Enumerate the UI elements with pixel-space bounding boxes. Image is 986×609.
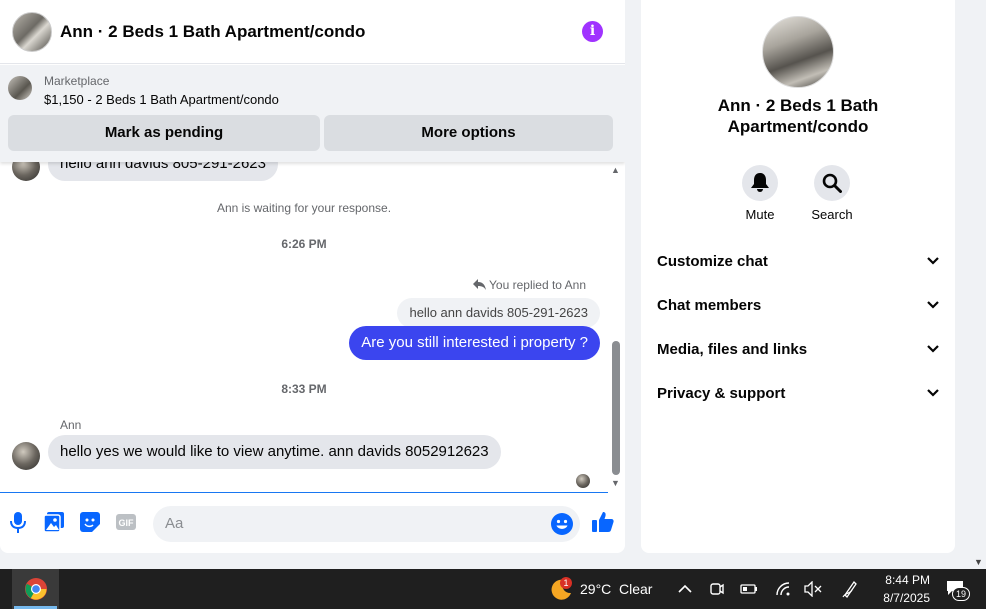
chrome-taskbar-button[interactable] <box>12 569 59 609</box>
page-scrollbar[interactable]: ▼ <box>971 0 986 569</box>
message-outgoing[interactable]: Are you still interested i property ? <box>349 326 600 360</box>
notifications-button[interactable]: 19 <box>942 569 978 609</box>
waiting-notice: Ann is waiting for your response. <box>216 201 392 215</box>
chrome-icon <box>25 578 47 600</box>
message-scrollbar[interactable]: ▲ ▼ <box>609 165 623 490</box>
replied-label: You replied to Ann <box>473 278 586 292</box>
profile-title: Ann · 2 Beds 1 Bath Apartment/condo <box>717 96 879 136</box>
sender-name: Ann <box>60 418 82 432</box>
chevron-down-icon <box>927 301 939 309</box>
mark-pending-button[interactable]: Mark as pending <box>8 115 320 151</box>
clock-date: 8/7/2025 <box>883 591 930 605</box>
chevron-down-icon <box>927 257 939 265</box>
volume-muted-icon[interactable] <box>804 581 822 597</box>
weather-badge: 1 <box>560 577 572 589</box>
sender-avatar[interactable] <box>12 442 40 470</box>
listing-thumbnail[interactable] <box>8 76 32 100</box>
taskbar: 1 29°C Clear 8:44 PM 8/7/2025 19 <box>0 569 986 609</box>
chat-members-row[interactable]: Chat members <box>657 297 939 321</box>
chat-title[interactable]: Ann · 2 Beds 1 Bath Apartment/condo <box>60 22 365 42</box>
row-label: Customize chat <box>657 253 768 270</box>
read-receipt-avatar <box>576 474 590 488</box>
chat-avatar[interactable] <box>12 11 52 52</box>
listing-title[interactable]: $1,150 - 2 Beds 1 Bath Apartment/condo <box>44 92 279 107</box>
timestamp: 6:26 PM <box>281 237 327 251</box>
row-label: Media, files and links <box>657 341 808 358</box>
message-input[interactable] <box>165 515 545 532</box>
mute-label: Mute <box>745 207 775 222</box>
search-button[interactable]: Search <box>802 165 862 222</box>
chevron-up-icon[interactable] <box>678 584 692 593</box>
message-list: hello ann davids 805-291-2623 Ann is wai… <box>0 162 608 492</box>
camera-icon[interactable] <box>710 581 724 597</box>
scroll-up-icon[interactable]: ▲ <box>611 165 620 175</box>
photo-icon[interactable] <box>44 512 64 532</box>
chat-header: Ann · 2 Beds 1 Bath Apartment/condo i <box>0 0 625 64</box>
wifi-icon[interactable] <box>775 581 791 597</box>
gif-icon[interactable]: GIF <box>116 514 136 530</box>
conversation-details-panel: Ann · 2 Beds 1 Bath Apartment/condo Mute… <box>641 0 955 553</box>
sender-avatar[interactable] <box>12 162 40 181</box>
more-options-button[interactable]: More options <box>324 115 613 151</box>
emoji-icon[interactable] <box>551 513 573 535</box>
sticker-icon[interactable] <box>80 512 100 532</box>
page-scroll-down-icon[interactable]: ▼ <box>974 557 983 567</box>
temperature: 29°C <box>580 581 612 597</box>
row-label: Chat members <box>657 297 762 314</box>
weather-condition: Clear <box>619 581 653 597</box>
replied-label-text: You replied to Ann <box>489 278 586 292</box>
search-icon <box>822 173 842 193</box>
marketplace-label: Marketplace <box>44 74 110 88</box>
battery-icon[interactable] <box>740 583 758 595</box>
chat-panel: Ann · 2 Beds 1 Bath Apartment/condo i Ma… <box>0 0 625 553</box>
customize-chat-row[interactable]: Customize chat <box>657 253 939 277</box>
chevron-down-icon <box>927 345 939 353</box>
marketplace-banner: Marketplace $1,150 - 2 Beds 1 Bath Apart… <box>0 65 625 162</box>
microphone-icon[interactable] <box>10 512 26 534</box>
composer: GIF <box>0 494 625 553</box>
message-incoming[interactable]: hello yes we would like to view anytime.… <box>48 435 501 469</box>
bell-icon <box>751 173 769 192</box>
message-incoming[interactable]: hello ann davids 805-291-2623 <box>48 162 278 181</box>
pen-icon[interactable] <box>842 580 858 598</box>
row-label: Privacy & support <box>657 385 786 402</box>
message-input-box[interactable] <box>153 506 580 542</box>
thumbs-up-icon[interactable] <box>592 511 614 533</box>
mute-button[interactable]: Mute <box>730 165 790 222</box>
composer-divider <box>0 492 608 493</box>
chevron-down-icon <box>927 389 939 397</box>
profile-avatar[interactable] <box>762 16 834 88</box>
weather-widget[interactable]: 1 29°C Clear <box>548 569 658 609</box>
scroll-down-icon[interactable]: ▼ <box>611 478 620 488</box>
reply-icon <box>473 279 487 290</box>
scroll-thumb[interactable] <box>612 341 620 475</box>
quoted-reply[interactable]: hello ann davids 805-291-2623 <box>397 298 600 328</box>
info-icon[interactable]: i <box>582 21 603 42</box>
search-label: Search <box>811 207 853 222</box>
timestamp: 8:33 PM <box>281 382 327 396</box>
privacy-support-row[interactable]: Privacy & support <box>657 385 939 409</box>
svg-text:GIF: GIF <box>119 518 135 528</box>
clock[interactable]: 8:44 PM 8/7/2025 <box>866 569 936 609</box>
media-files-links-row[interactable]: Media, files and links <box>657 341 939 365</box>
clock-time: 8:44 PM <box>885 573 930 587</box>
notification-count: 19 <box>952 587 970 601</box>
